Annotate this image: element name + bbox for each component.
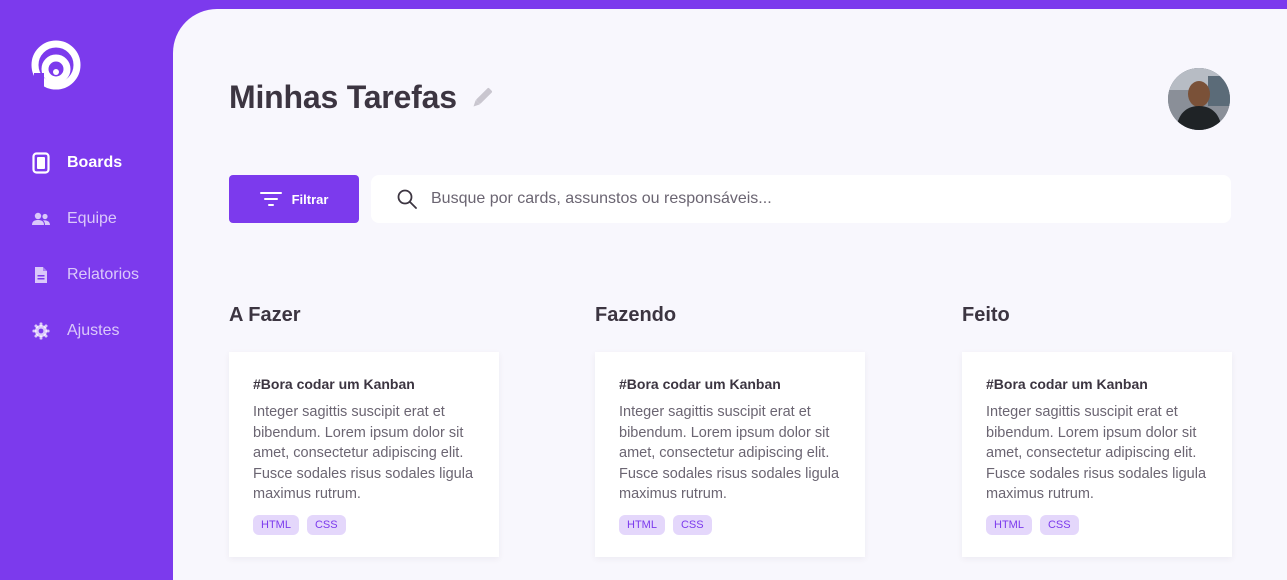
sidebar-item-label: Relatorios: [67, 266, 140, 283]
sidebar-item-label: Equipe: [67, 210, 117, 227]
tag-html: HTML: [253, 514, 299, 535]
search-icon: [397, 189, 417, 209]
search-input[interactable]: [429, 178, 1213, 220]
column-title: Feito: [962, 304, 1010, 326]
people-icon: [31, 209, 51, 229]
user-avatar[interactable]: [1168, 68, 1230, 130]
tag-html: HTML: [619, 514, 665, 535]
board-icon: [31, 152, 51, 174]
card-title: #Bora codar um Kanban: [619, 376, 781, 392]
tag-html: HTML: [986, 514, 1032, 535]
task-card[interactable]: #Bora codar um Kanban Integer sagittis s…: [229, 352, 499, 557]
sidebar-item-label: Boards: [67, 154, 123, 171]
card-tags: HTML CSS: [986, 514, 1208, 535]
tag-css: CSS: [306, 514, 346, 535]
pencil-icon[interactable]: [469, 85, 495, 111]
column-title: Fazendo: [595, 304, 677, 326]
column-feito: Feito #Bora codar um Kanban Integer sagi…: [962, 302, 1232, 557]
search-bar[interactable]: [371, 175, 1231, 223]
gear-icon: [31, 321, 51, 341]
task-card[interactable]: #Bora codar um Kanban Integer sagittis s…: [595, 352, 865, 557]
filter-button[interactable]: Filtrar: [229, 175, 359, 223]
sidebar-item-boards[interactable]: Boards: [0, 141, 173, 185]
document-icon: [31, 265, 51, 285]
column-a-fazer: A Fazer #Bora codar um Kanban Integer sa…: [229, 302, 499, 557]
card-description: Integer sagittis suscipit erat et bibend…: [986, 404, 1207, 503]
main-content: Minhas Tarefas Filtrar Busque por cards,…: [173, 9, 1287, 580]
sidebar: Boards Equipe Relatorios Ajustes: [0, 0, 173, 580]
task-card[interactable]: #Bora codar um Kanban Integer sagittis s…: [962, 352, 1232, 557]
tag-css: CSS: [1039, 514, 1079, 535]
card-title: #Bora codar um Kanban: [253, 376, 415, 392]
filter-icon: [259, 191, 282, 207]
column-title: A Fazer: [229, 304, 301, 326]
sidebar-nav: Boards Equipe Relatorios Ajustes: [0, 141, 173, 365]
sidebar-item-label: Ajustes: [67, 322, 120, 339]
filter-button-label: Filtrar: [291, 191, 329, 207]
page-title: Minhas Tarefas: [229, 79, 457, 115]
card-description: Integer sagittis suscipit erat et bibend…: [619, 404, 840, 503]
title-row: Minhas Tarefas: [229, 79, 495, 116]
card-tags: HTML CSS: [253, 514, 475, 535]
column-fazendo: Fazendo #Bora codar um Kanban Integer sa…: [595, 302, 865, 557]
sidebar-item-equipe[interactable]: Equipe: [0, 197, 173, 241]
tag-css: CSS: [672, 514, 712, 535]
logo-icon[interactable]: [30, 32, 82, 90]
sidebar-item-ajustes[interactable]: Ajustes: [0, 309, 173, 353]
sidebar-item-relatorios[interactable]: Relatorios: [0, 253, 173, 297]
card-tags: HTML CSS: [619, 514, 841, 535]
card-title: #Bora codar um Kanban: [986, 376, 1148, 392]
card-description: Integer sagittis suscipit erat et bibend…: [253, 404, 474, 503]
